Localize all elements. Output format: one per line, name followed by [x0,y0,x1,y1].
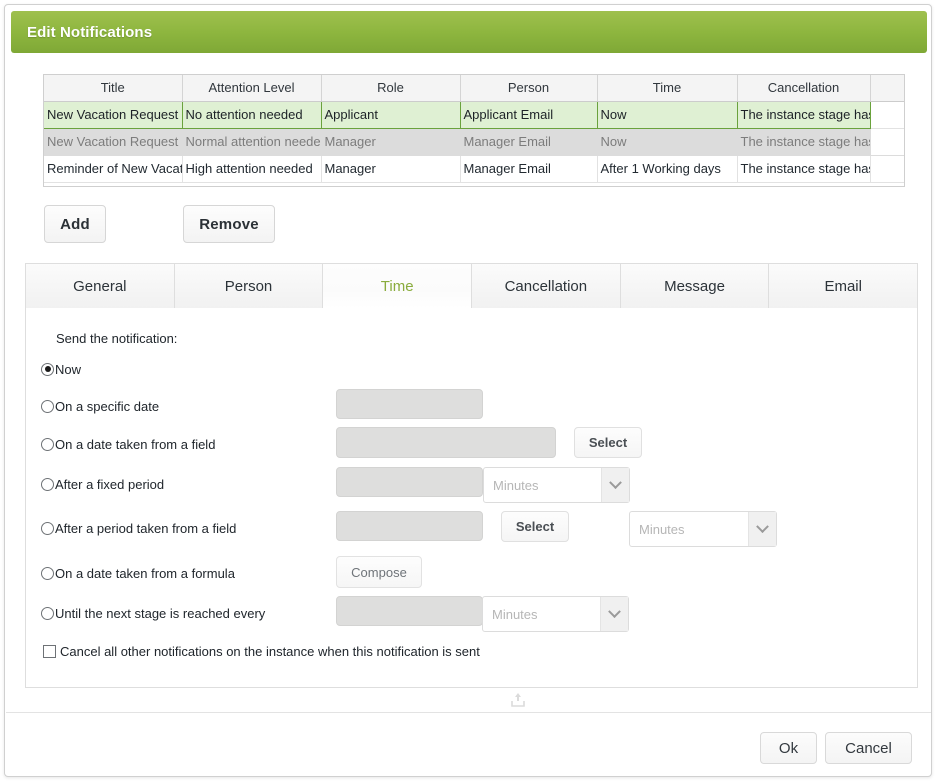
cancel-all-notifications-row[interactable]: Cancel all other notifications on the in… [43,644,480,659]
option-date-from-field[interactable]: On a date taken from a field [41,434,215,454]
option-period-from-field[interactable]: After a period taken from a field [41,518,236,538]
option-now[interactable]: Now [41,359,81,379]
option-specific-date-label: On a specific date [55,399,159,414]
radio-period-from-field[interactable] [41,522,54,535]
column-header-title[interactable]: Title [44,75,182,101]
option-fixed-period-label: After a fixed period [55,477,164,492]
remove-button[interactable]: Remove [183,205,275,243]
fixed-period-input[interactable] [336,467,483,497]
radio-date-from-field[interactable] [41,438,54,451]
table-row[interactable]: Reminder of New Vacation Request High at… [44,155,905,182]
column-header-spacer [870,75,905,101]
option-period-from-field-label: After a period taken from a field [55,521,236,536]
option-date-from-formula-label: On a date taken from a formula [55,566,235,581]
cell-role[interactable]: Manager [321,155,460,182]
radio-specific-date[interactable] [41,400,54,413]
radio-fixed-period[interactable] [41,478,54,491]
table-row[interactable]: New Vacation Request Normal attention ne… [44,128,905,155]
cell-spacer [870,155,905,182]
tab-cancellation[interactable]: Cancellation [472,263,621,309]
until-next-stage-unit-select[interactable]: Minutes [482,596,629,632]
cell-attention-level[interactable]: High attention needed [182,155,321,182]
period-from-field-unit-select[interactable]: Minutes [629,511,777,547]
dialog-titlebar: Edit Notifications [11,11,927,53]
cell-person[interactable]: Applicant Email [460,101,597,128]
chevron-down-icon[interactable] [600,597,628,631]
cell-title[interactable]: New Vacation Request [44,101,182,128]
radio-now[interactable] [41,363,54,376]
upload-icon[interactable] [510,692,526,708]
cell-title[interactable]: New Vacation Request [44,128,182,155]
fixed-period-unit-value: Minutes [484,478,601,493]
column-header-time[interactable]: Time [597,75,737,101]
date-from-field-input[interactable] [336,427,556,458]
cell-person[interactable]: Manager Email [460,128,597,155]
tab-time[interactable]: Time [323,263,472,309]
option-fixed-period[interactable]: After a fixed period [41,474,164,494]
cell-person[interactable]: Manager Email [460,155,597,182]
column-header-role[interactable]: Role [321,75,460,101]
select-period-field-button[interactable]: Select [501,511,569,542]
cell-cancellation[interactable]: The instance stage has [737,155,870,182]
option-date-from-field-label: On a date taken from a field [55,437,215,452]
cancel-all-notifications-checkbox[interactable] [43,645,56,658]
until-next-stage-input[interactable] [336,596,483,626]
send-notification-label: Send the notification: [56,331,177,346]
tab-person[interactable]: Person [175,263,324,309]
radio-date-from-formula[interactable] [41,567,54,580]
radio-until-next-stage[interactable] [41,607,54,620]
time-tab-panel: Send the notification: Now On a specific… [25,308,918,688]
tab-general[interactable]: General [25,263,175,309]
column-header-attention-level[interactable]: Attention Level [182,75,321,101]
fixed-period-unit-select[interactable]: Minutes [483,467,630,503]
cell-spacer [870,128,905,155]
tab-bar: General Person Time Cancellation Message… [25,263,918,309]
compose-button[interactable]: Compose [336,556,422,588]
ok-button[interactable]: Ok [760,732,817,764]
cell-time[interactable]: After 1 Working days [597,155,737,182]
specific-date-input[interactable] [336,389,483,419]
table-row[interactable]: New Vacation Request No attention needed… [44,101,905,128]
option-date-from-formula[interactable]: On a date taken from a formula [41,563,235,583]
edit-notifications-dialog: Edit Notifications Title Attention Level… [4,4,932,777]
cell-attention-level[interactable]: Normal attention needed [182,128,321,155]
cell-role[interactable]: Manager [321,128,460,155]
period-from-field-unit-value: Minutes [630,522,748,537]
dialog-title: Edit Notifications [11,24,152,41]
tab-email[interactable]: Email [769,263,918,309]
option-now-label: Now [55,362,81,377]
option-until-next-stage[interactable]: Until the next stage is reached every [41,603,265,623]
cell-cancellation[interactable]: The instance stage has [737,128,870,155]
cancel-all-notifications-label: Cancel all other notifications on the in… [60,644,480,659]
cell-time[interactable]: Now [597,128,737,155]
column-header-person[interactable]: Person [460,75,597,101]
period-from-field-input[interactable] [336,511,483,541]
column-header-cancellation[interactable]: Cancellation [737,75,870,101]
option-until-next-stage-label: Until the next stage is reached every [55,606,265,621]
cell-time[interactable]: Now [597,101,737,128]
footer-divider [6,712,932,713]
cancel-button[interactable]: Cancel [825,732,912,764]
add-button[interactable]: Add [44,205,106,243]
grid-header-row: Title Attention Level Role Person Time C… [44,75,905,101]
cell-title[interactable]: Reminder of New Vacation Request [44,155,182,182]
chevron-down-icon[interactable] [601,468,629,502]
notifications-grid[interactable]: Title Attention Level Role Person Time C… [43,74,905,187]
cell-spacer [870,101,905,128]
cell-role[interactable]: Applicant [321,101,460,128]
option-specific-date[interactable]: On a specific date [41,396,159,416]
until-next-stage-unit-value: Minutes [483,607,600,622]
select-date-field-button[interactable]: Select [574,427,642,458]
chevron-down-icon[interactable] [748,512,776,546]
cell-cancellation[interactable]: The instance stage has [737,101,870,128]
tab-message[interactable]: Message [621,263,770,309]
cell-attention-level[interactable]: No attention needed [182,101,321,128]
